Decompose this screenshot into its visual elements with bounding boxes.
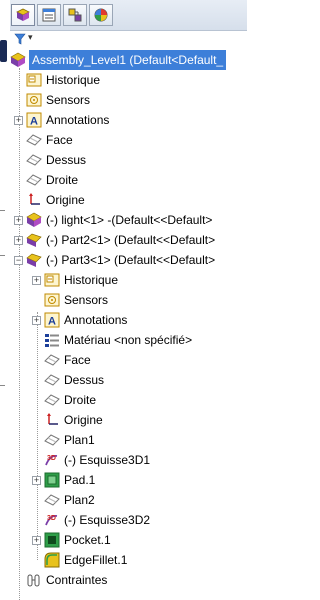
plane-icon	[26, 154, 42, 166]
tree-item-origine-part3[interactable]: Origine	[44, 410, 103, 430]
annotations-icon: A	[44, 312, 60, 328]
plane-icon	[26, 174, 42, 186]
displaymanager-tab-icon	[94, 8, 108, 22]
tree-item-sensors[interactable]: Sensors	[26, 90, 90, 110]
plane-icon	[44, 354, 60, 366]
part-icon	[26, 253, 42, 267]
tree-item-dessus-part3[interactable]: Dessus	[44, 370, 104, 390]
expand-toggle[interactable]: +	[14, 116, 23, 125]
tree-item-esquisse3d2[interactable]: 3D (-) Esquisse3D2	[44, 510, 150, 530]
fillet-feature-icon	[44, 552, 60, 568]
tab-configurationmanager[interactable]	[63, 4, 87, 26]
expand-toggle[interactable]: +	[32, 316, 41, 325]
tree-item-origine[interactable]: Origine	[26, 190, 85, 210]
origin-icon	[47, 413, 58, 425]
filter-bar: ▾	[10, 31, 247, 47]
tree-item-plan1[interactable]: Plan1	[44, 430, 95, 450]
sketch3d-icon: 3D	[45, 515, 58, 526]
assembly-icon	[10, 52, 26, 67]
propertymanager-tab-icon	[42, 8, 56, 22]
configurationmanager-tab-icon	[68, 8, 82, 22]
history-icon	[26, 73, 42, 87]
tree-item-historique-part3[interactable]: Historique	[44, 270, 118, 290]
sensors-icon	[44, 293, 60, 307]
annotations-icon: A	[26, 112, 42, 128]
tree-item-edgefillet1[interactable]: EdgeFillet.1	[44, 550, 127, 570]
tree-item-face-part3[interactable]: Face	[44, 350, 91, 370]
svg-text:3D: 3D	[47, 455, 56, 462]
filter-dropdown-arrow-icon[interactable]: ▾	[28, 32, 33, 43]
expand-toggle[interactable]: +	[14, 216, 23, 225]
origin-icon	[29, 193, 40, 205]
tree-item-dessus[interactable]: Dessus	[26, 150, 86, 170]
plane-icon	[44, 434, 60, 446]
tree-item-historique[interactable]: Historique	[26, 70, 100, 90]
edge-tick	[0, 255, 5, 256]
feature-manager-panel: ▾ Assembly_Level1 (Default<Default_ Hist…	[0, 0, 247, 600]
history-icon	[44, 273, 60, 287]
edge-tick	[0, 385, 5, 386]
collapse-toggle[interactable]: −	[14, 256, 23, 265]
tree-root-assembly[interactable]: Assembly_Level1 (Default<Default_	[10, 50, 227, 70]
plane-icon	[44, 374, 60, 386]
filter-icon[interactable]	[14, 33, 26, 45]
tree-item-annotations[interactable]: A Annotations	[26, 110, 109, 130]
plane-icon	[26, 134, 42, 146]
expand-toggle[interactable]: +	[32, 536, 41, 545]
pocket-feature-icon	[44, 532, 60, 548]
material-icon	[45, 334, 59, 347]
tree-item-plan2[interactable]: Plan2	[44, 490, 95, 510]
tab-displaymanager[interactable]	[89, 4, 113, 26]
tree-item-part2[interactable]: (-) Part2<1> (Default<<Default>	[26, 230, 215, 250]
expand-toggle[interactable]: +	[32, 476, 41, 485]
expand-toggle[interactable]: +	[14, 236, 23, 245]
tree-item-part3[interactable]: (-) Part3<1> (Default<<Default>	[26, 250, 215, 270]
tree-item-contraintes[interactable]: Contraintes	[26, 570, 107, 590]
tab-featuremanager[interactable]	[11, 4, 35, 26]
tree-root-label: Assembly_Level1 (Default<Default_	[29, 50, 227, 70]
svg-text:A: A	[30, 116, 38, 128]
manager-tab-bar	[10, 0, 247, 31]
plane-icon	[44, 394, 60, 406]
tree-item-droite-part3[interactable]: Droite	[44, 390, 96, 410]
sketch3d-icon: 3D	[45, 455, 58, 466]
edge-tick	[0, 210, 5, 211]
svg-text:3D: 3D	[47, 515, 56, 522]
tree-item-light[interactable]: (-) light<1> -(Default<<Default>	[26, 210, 212, 230]
tree-item-pocket1[interactable]: Pocket.1	[44, 530, 111, 550]
part-icon	[26, 233, 42, 247]
tree-item-droite[interactable]: Droite	[26, 170, 78, 190]
sensors-icon	[26, 93, 42, 107]
tree-item-material[interactable]: Matériau <non spécifié>	[44, 330, 192, 350]
svg-text:A: A	[48, 316, 56, 328]
tree-item-annotations-part3[interactable]: A Annotations	[44, 310, 127, 330]
expand-toggle[interactable]: +	[32, 276, 41, 285]
subassembly-icon	[26, 212, 42, 227]
tab-propertymanager[interactable]	[37, 4, 61, 26]
edge-marker	[0, 40, 7, 62]
tree-item-esquisse3d1[interactable]: 3D (-) Esquisse3D1	[44, 450, 150, 470]
mates-icon	[27, 574, 40, 587]
window-edge	[0, 0, 10, 591]
tree-item-sensors-part3[interactable]: Sensors	[44, 290, 108, 310]
tree-item-pad1[interactable]: Pad.1	[44, 470, 95, 490]
tree-item-face[interactable]: Face	[26, 130, 73, 150]
featuremanager-tab-icon	[16, 8, 30, 21]
plane-icon	[44, 494, 60, 506]
pad-feature-icon	[44, 472, 60, 488]
